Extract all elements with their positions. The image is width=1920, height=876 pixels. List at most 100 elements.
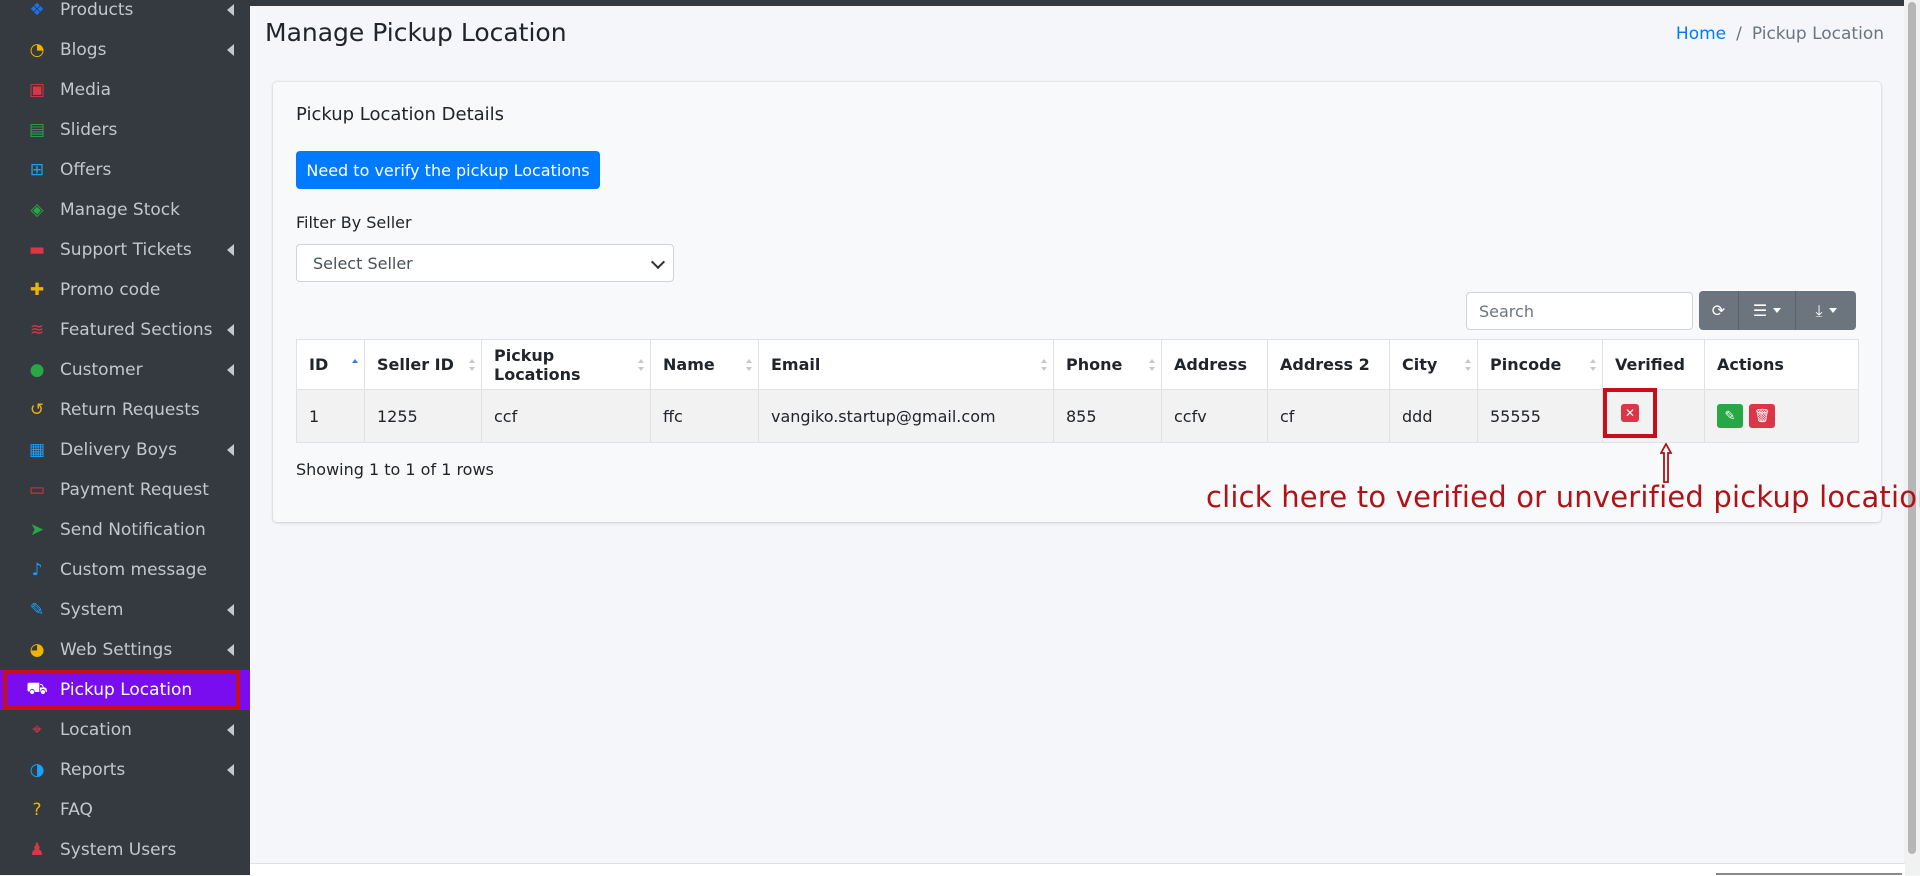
sort-icon — [638, 358, 644, 371]
column-header-pincode[interactable]: Pincode — [1477, 339, 1603, 390]
export-button[interactable]: ⤓ — [1796, 291, 1856, 330]
column-header-address-2: Address 2 — [1267, 339, 1390, 390]
chevron-left-icon — [227, 364, 234, 376]
cell-pincode: 55555 — [1477, 389, 1603, 443]
sidebar-item-system-users[interactable]: ♟ System Users — [0, 830, 250, 870]
sidebar-item-label: System Users — [60, 840, 177, 860]
annotation-text: click here to verified or unverified pic… — [1206, 480, 1920, 514]
sidebar-item-featured-sections[interactable]: ≋ Featured Sections — [0, 310, 250, 350]
sort-icon — [746, 358, 752, 371]
sort-icon — [1041, 358, 1047, 371]
sidebar-item-payment-request[interactable]: ▭ Payment Request — [0, 470, 250, 510]
sidebar-item-label: Reports — [60, 760, 126, 780]
question-icon: ? — [32, 800, 42, 820]
column-header-phone[interactable]: Phone — [1053, 339, 1162, 390]
sort-asc-icon — [352, 358, 358, 371]
sidebar-item-support-tickets[interactable]: ▬ Support Tickets — [0, 230, 250, 270]
table-row: 1 1255 ccf ffc vangiko.startup@gmail.com… — [296, 388, 1859, 443]
sort-icon — [469, 358, 475, 371]
sidebar-item-label: Promo code — [60, 280, 161, 300]
blog-icon: ◔ — [29, 40, 45, 60]
column-header-email[interactable]: Email — [758, 339, 1054, 390]
chevron-left-icon — [227, 244, 234, 256]
chevron-left-icon — [227, 764, 234, 776]
sidebar-item-media[interactable]: ▣ Media — [0, 70, 250, 110]
sidebar-item-system[interactable]: ✎ System — [0, 590, 250, 630]
user-icon: ● — [29, 360, 45, 380]
refresh-button[interactable]: ⟳ — [1699, 291, 1739, 330]
sidebar-item-label: Location — [60, 720, 132, 740]
undo-icon: ↺ — [29, 400, 45, 420]
sidebar-item-offers[interactable]: ⊞ Offers — [0, 150, 250, 190]
money-icon: ▭ — [28, 480, 46, 500]
annotation-arrow-icon — [1660, 443, 1672, 483]
sidebar-item-manage-stock[interactable]: ◈ Manage Stock — [0, 190, 250, 230]
verify-pickup-locations-button[interactable]: Need to verify the pickup Locations — [296, 151, 600, 189]
chevron-left-icon — [227, 644, 234, 656]
unverified-toggle-button[interactable]: ✕ — [1621, 404, 1639, 422]
sidebar-item-blogs[interactable]: ◔ Blogs — [0, 30, 250, 70]
page-title: Manage Pickup Location — [265, 18, 567, 47]
breadcrumb-home-link[interactable]: Home — [1676, 24, 1726, 44]
box-icon: ◈ — [30, 200, 44, 220]
trash-icon: 🗑 — [1753, 408, 1771, 424]
chevron-left-icon — [227, 44, 234, 56]
sidebar-item-label: Media — [60, 80, 112, 100]
sidebar-item-label: Payment Request — [60, 480, 209, 500]
sidebar-item-customer[interactable]: ● Customer — [0, 350, 250, 390]
scrollbar-thumb[interactable] — [1908, 2, 1916, 854]
sidebar-item-products[interactable]: ❖ Products — [0, 0, 250, 30]
sidebar-item-faq[interactable]: ? FAQ — [0, 790, 250, 830]
layers-icon: ≋ — [29, 320, 45, 340]
cell-id: 1 — [296, 389, 365, 443]
search-input[interactable]: Search — [1466, 292, 1693, 330]
sidebar-item-sliders[interactable]: ▤ Sliders — [0, 110, 250, 150]
horizontal-scrollbar[interactable] — [250, 863, 1905, 876]
sidebar-item-label: FAQ — [60, 800, 93, 820]
column-header-city[interactable]: City — [1389, 339, 1478, 390]
vertical-scrollbar[interactable] — [1904, 0, 1920, 875]
cell-actions: ✎ 🗑 — [1704, 389, 1859, 443]
sidebar-item-custom-message[interactable]: ♪ Custom message — [0, 550, 250, 590]
sidebar-item-label: Offers — [60, 160, 112, 180]
search-placeholder: Search — [1479, 301, 1534, 321]
sidebar-item-send-notification[interactable]: ➤ Send Notification — [0, 510, 250, 550]
sidebar-item-label: Return Requests — [60, 400, 200, 420]
column-header-name[interactable]: Name — [650, 339, 759, 390]
pencil-icon: ✎ — [1724, 408, 1736, 424]
chevron-left-icon — [227, 604, 234, 616]
sidebar-item-label: Sliders — [60, 120, 118, 140]
sidebar-item-location[interactable]: ⌖ Location — [0, 710, 250, 750]
column-header-seller-id[interactable]: Seller ID — [364, 339, 482, 390]
sidebar-item-delivery-boys[interactable]: ▦ Delivery Boys — [0, 430, 250, 470]
list-icon: ☰ — [1752, 301, 1768, 320]
filter-by-seller-label: Filter By Seller — [296, 213, 412, 232]
sidebar-item-return-requests[interactable]: ↺ Return Requests — [0, 390, 250, 430]
table-toolbar: ⟳ ☰ ⤓ — [1699, 291, 1856, 330]
sidebar-item-pickup-location[interactable]: ⛟ Pickup Location — [0, 670, 250, 710]
sidebar-item-label: Delivery Boys — [60, 440, 177, 460]
sidebar-item-promo-code[interactable]: ✚ Promo code — [0, 270, 250, 310]
column-header-actions: Actions — [1704, 339, 1859, 390]
caret-down-icon — [1828, 308, 1837, 313]
chevron-left-icon — [227, 724, 234, 736]
column-header-id[interactable]: ID — [296, 339, 365, 390]
delete-button[interactable]: 🗑 — [1749, 404, 1775, 428]
chevron-left-icon — [227, 324, 234, 336]
globe-icon: ◕ — [29, 640, 45, 660]
wrench-icon: ✎ — [29, 600, 45, 620]
sidebar-item-reports[interactable]: ◑ Reports — [0, 750, 250, 790]
columns-toggle-button[interactable]: ☰ — [1739, 291, 1796, 330]
download-icon: ⤓ — [1815, 300, 1823, 320]
paper-plane-icon: ➤ — [29, 520, 45, 540]
sidebar-item-web-settings[interactable]: ◕ Web Settings — [0, 630, 250, 670]
sidebar-item-label: Manage Stock — [60, 200, 180, 220]
cubes-icon: ❖ — [29, 0, 45, 20]
sliders-icon: ▤ — [28, 120, 46, 140]
ticket-icon: ▬ — [28, 240, 46, 260]
column-header-address: Address — [1161, 339, 1268, 390]
seller-select[interactable]: Select Seller — [296, 244, 674, 282]
edit-button[interactable]: ✎ — [1717, 404, 1743, 428]
column-header-pickup-locations[interactable]: Pickup Locations — [481, 339, 651, 390]
chevron-left-icon — [227, 4, 234, 16]
